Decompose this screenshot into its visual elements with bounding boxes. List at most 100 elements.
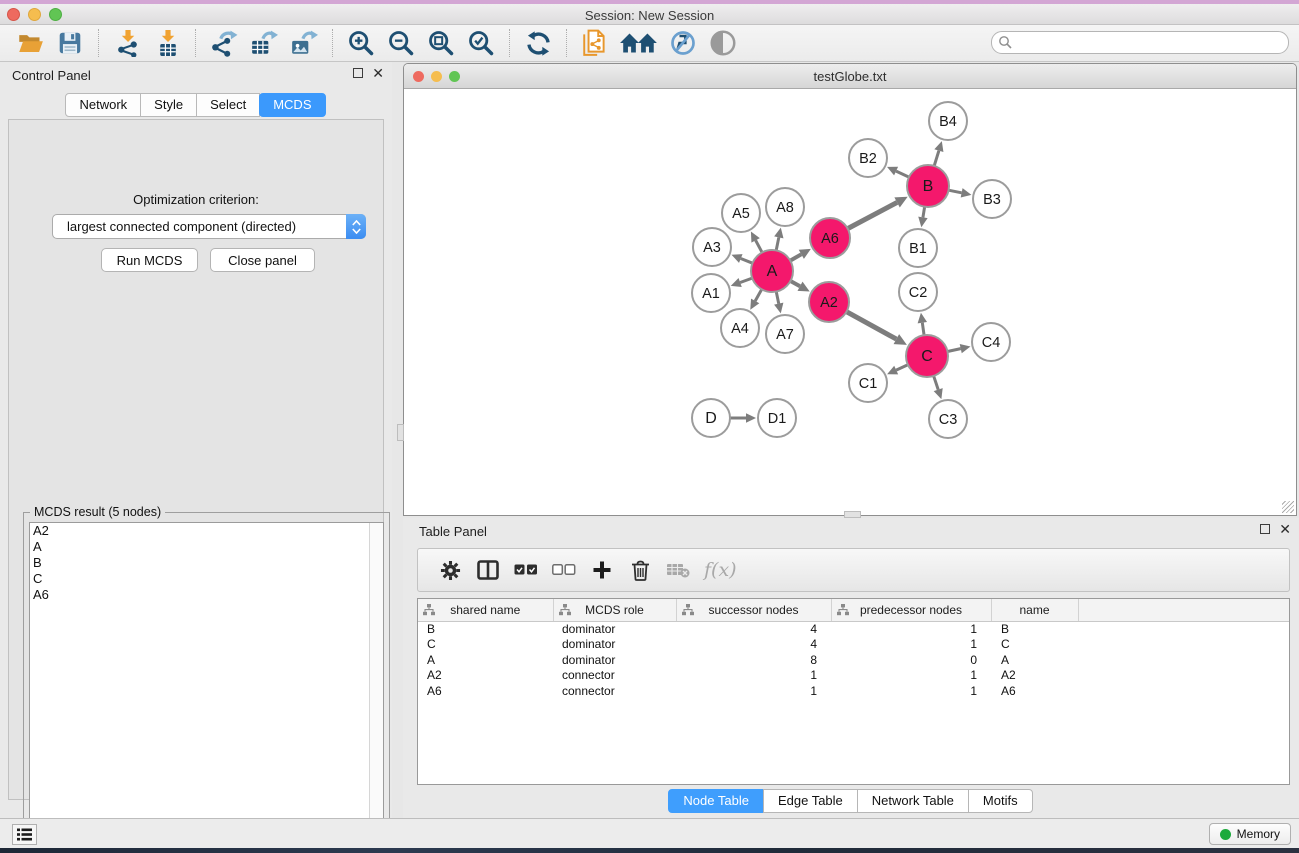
- edge-C-C3[interactable]: [934, 376, 939, 390]
- save-session-icon[interactable]: [53, 28, 87, 58]
- close-panel-button[interactable]: Close panel: [210, 248, 315, 272]
- float-panel-icon[interactable]: [353, 68, 363, 78]
- column-header-successor-nodes[interactable]: successor nodes: [676, 599, 831, 621]
- zoom-selected-icon[interactable]: [464, 28, 498, 58]
- zoom-in-icon[interactable]: [344, 28, 378, 58]
- hide-annotations-icon[interactable]: [666, 28, 700, 58]
- function-builder-icon[interactable]: f(x): [704, 559, 737, 581]
- column-header-predecessor-nodes[interactable]: predecessor nodes: [831, 599, 991, 621]
- cell[interactable]: 4: [676, 637, 831, 653]
- table-row[interactable]: Cdominator41C: [418, 637, 1289, 653]
- cell[interactable]: B: [991, 621, 1078, 637]
- edge-B-B2[interactable]: [896, 171, 909, 177]
- edge-A-A6[interactable]: [790, 254, 801, 260]
- tab-network[interactable]: Network: [65, 93, 141, 117]
- tab-style[interactable]: Style: [140, 93, 197, 117]
- table-settings-icon[interactable]: [432, 553, 468, 587]
- split-view-icon[interactable]: [470, 553, 506, 587]
- cell[interactable]: dominator: [553, 621, 676, 637]
- task-history-button[interactable]: [12, 824, 37, 845]
- search-input[interactable]: [991, 31, 1289, 54]
- cell[interactable]: dominator: [553, 637, 676, 653]
- mcds-result-item[interactable]: A2: [30, 523, 383, 539]
- edge-A-A5[interactable]: [756, 240, 762, 252]
- edge-A2-C[interactable]: [847, 312, 897, 339]
- network-graph[interactable]: AA1A2A3A4A5A6A7A8BB1B2B3B4CC1C2C3C4DD1: [404, 89, 1296, 515]
- mcds-result-item[interactable]: B: [30, 555, 383, 571]
- cell[interactable]: A6: [418, 683, 553, 699]
- tab-select[interactable]: Select: [196, 93, 260, 117]
- export-image-icon[interactable]: [287, 28, 321, 58]
- cell[interactable]: 1: [831, 683, 991, 699]
- cell[interactable]: 4: [676, 621, 831, 637]
- zoom-out-icon[interactable]: [384, 28, 418, 58]
- cell[interactable]: 1: [676, 683, 831, 699]
- column-header-MCDS-role[interactable]: MCDS role: [553, 599, 676, 621]
- tab-motifs[interactable]: Motifs: [968, 789, 1033, 813]
- cell[interactable]: A: [991, 652, 1078, 668]
- edge-A-A2[interactable]: [790, 281, 800, 286]
- export-table-icon[interactable]: [247, 28, 281, 58]
- refresh-icon[interactable]: [521, 28, 555, 58]
- tab-edge-table[interactable]: Edge Table: [763, 789, 858, 813]
- table-row[interactable]: A6connector11A6: [418, 683, 1289, 699]
- clone-network-icon[interactable]: [578, 28, 612, 58]
- cell[interactable]: 1: [831, 621, 991, 637]
- resize-grip-icon[interactable]: [1282, 501, 1294, 513]
- result-scrollbar[interactable]: [369, 523, 383, 848]
- edge-A-A4[interactable]: [755, 289, 762, 301]
- table-row[interactable]: A2connector11A2: [418, 668, 1289, 684]
- edge-A-A8[interactable]: [776, 237, 779, 250]
- splitter-handle-horizontal[interactable]: [844, 511, 861, 518]
- cell[interactable]: connector: [553, 668, 676, 684]
- delete-column-icon[interactable]: [622, 553, 658, 587]
- show-graphics-details-icon[interactable]: [706, 28, 740, 58]
- tab-mcds[interactable]: MCDS: [259, 93, 325, 117]
- cell[interactable]: B: [418, 621, 553, 637]
- import-network-icon[interactable]: [110, 28, 144, 58]
- edge-A-A1[interactable]: [740, 278, 752, 282]
- edge-A-A3[interactable]: [741, 259, 753, 264]
- cell[interactable]: A2: [991, 668, 1078, 684]
- splitter-handle-vertical[interactable]: [397, 424, 404, 441]
- open-session-icon[interactable]: [13, 28, 47, 58]
- add-column-icon[interactable]: [584, 553, 620, 587]
- edge-B-B4[interactable]: [934, 151, 939, 166]
- cell[interactable]: C: [418, 637, 553, 653]
- run-mcds-button[interactable]: Run MCDS: [101, 248, 198, 272]
- tab-network-table[interactable]: Network Table: [857, 789, 969, 813]
- criterion-dropdown[interactable]: largest connected component (directed): [52, 214, 366, 239]
- table-row[interactable]: Adominator80A: [418, 652, 1289, 668]
- cell[interactable]: 8: [676, 652, 831, 668]
- tab-node-table[interactable]: Node Table: [668, 789, 764, 813]
- mcds-result-item[interactable]: A: [30, 539, 383, 555]
- mcds-result-item[interactable]: A6: [30, 587, 383, 603]
- edge-A-A7[interactable]: [776, 292, 778, 304]
- cell[interactable]: C: [991, 637, 1078, 653]
- home-icon[interactable]: [618, 28, 660, 58]
- edge-A6-B[interactable]: [848, 202, 897, 228]
- edge-B-B1[interactable]: [923, 207, 925, 218]
- edge-B-B3[interactable]: [949, 190, 962, 193]
- cell[interactable]: A: [418, 652, 553, 668]
- cell[interactable]: 1: [676, 668, 831, 684]
- cell[interactable]: A2: [418, 668, 553, 684]
- network-canvas[interactable]: AA1A2A3A4A5A6A7A8BB1B2B3B4CC1C2C3C4DD1: [404, 89, 1296, 515]
- float-table-panel-icon[interactable]: [1260, 524, 1270, 534]
- edge-C-C4[interactable]: [948, 349, 961, 352]
- edge-C-C1[interactable]: [896, 365, 908, 370]
- export-network-icon[interactable]: [207, 28, 241, 58]
- column-header-name[interactable]: name: [991, 599, 1078, 621]
- import-table-icon[interactable]: [150, 28, 184, 58]
- cell[interactable]: A6: [991, 683, 1078, 699]
- select-all-icon[interactable]: [508, 553, 544, 587]
- cell[interactable]: 1: [831, 637, 991, 653]
- edge-C-C2[interactable]: [922, 323, 924, 336]
- mcds-result-item[interactable]: C: [30, 571, 383, 587]
- column-header-shared-name[interactable]: shared name: [418, 599, 553, 621]
- cell[interactable]: dominator: [553, 652, 676, 668]
- delete-table-icon[interactable]: [660, 553, 696, 587]
- cell[interactable]: 0: [831, 652, 991, 668]
- deselect-all-icon[interactable]: [546, 553, 582, 587]
- memory-button[interactable]: Memory: [1209, 823, 1291, 845]
